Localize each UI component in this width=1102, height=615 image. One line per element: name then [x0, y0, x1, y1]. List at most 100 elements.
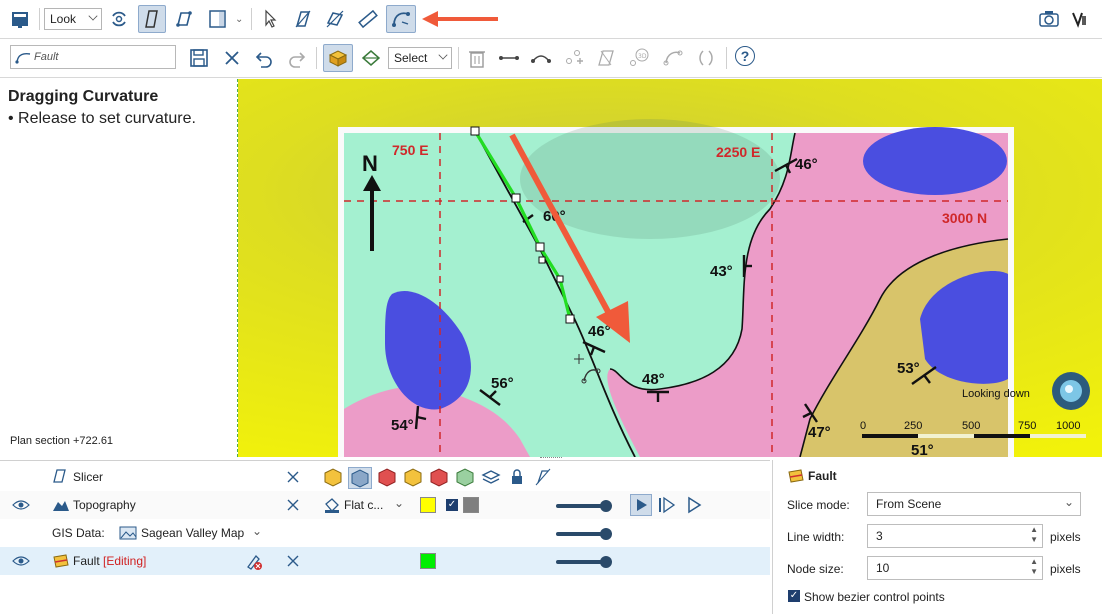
paint-bucket-icon[interactable] — [323, 497, 341, 513]
cube-blue-icon[interactable] — [348, 467, 372, 489]
fault-layer-icon — [53, 554, 69, 568]
eye-icon[interactable] — [12, 499, 30, 511]
compass-label: Looking down — [962, 388, 1030, 400]
play-button[interactable] — [630, 494, 652, 516]
object-name-field[interactable]: Fault — [10, 45, 176, 69]
opacity-slider-knob[interactable] — [600, 528, 612, 540]
cube-red-icon[interactable] — [376, 467, 398, 487]
help-icon: ? — [740, 48, 750, 64]
cube-yellow-icon[interactable] — [402, 467, 424, 487]
layer-name: Fault — [73, 554, 100, 568]
properties-panel: Fault Slice mode: From Scene ⌄ Line widt… — [772, 460, 1102, 614]
split-curve-icon[interactable] — [693, 45, 719, 71]
remove-icon[interactable] — [287, 555, 299, 567]
undo-icon[interactable] — [251, 45, 277, 71]
chevron-down-icon[interactable]: ⌄ — [252, 524, 262, 538]
spinner-icon[interactable]: ▲ ▼ — [1030, 557, 1038, 577]
dip-label: 54° — [391, 417, 414, 434]
dip-label: 56° — [491, 375, 514, 392]
bezier-label: Show bezier control points — [804, 590, 945, 604]
plan-section-label: Plan section +722.61 — [10, 435, 114, 447]
info-title: Dragging Curvature — [8, 88, 159, 105]
color-swatch-yellow[interactable] — [420, 497, 436, 513]
slice-mode-select[interactable]: From Scene ⌄ — [867, 492, 1081, 516]
cancel-icon[interactable] — [219, 45, 245, 71]
grid-label-2250e: 2250 E — [716, 144, 760, 160]
color-style-dropdown[interactable]: Flat c... — [344, 498, 383, 512]
color-swatch-green[interactable] — [420, 553, 436, 569]
node-size-input[interactable]: 10 ▲ ▼ — [867, 556, 1043, 580]
node-size-units: pixels — [1050, 562, 1081, 576]
fault-layer-icon — [788, 469, 804, 483]
chevron-down-icon[interactable]: ⌄ — [394, 496, 404, 510]
snap-to-surface-icon[interactable] — [323, 44, 353, 72]
cut-plane-icon[interactable] — [532, 467, 554, 487]
step-icon[interactable] — [656, 495, 678, 515]
opacity-slider[interactable] — [556, 532, 606, 536]
layer-row-slicer[interactable]: Slicer — [0, 463, 770, 491]
select-mode-dropdown[interactable]: Select — [388, 47, 452, 69]
redo-icon[interactable] — [284, 45, 310, 71]
checkbox-checked[interactable]: ✓ — [446, 499, 458, 511]
layers-icon[interactable] — [480, 467, 502, 487]
section-tool-icon[interactable] — [322, 6, 348, 32]
remove-icon[interactable] — [287, 471, 299, 483]
eye-icon[interactable] — [12, 555, 30, 567]
dip-label: 48° — [642, 371, 665, 388]
opacity-slider[interactable] — [556, 560, 606, 564]
polyline-tool-icon[interactable] — [171, 6, 197, 32]
curve-edit-icon[interactable] — [386, 5, 416, 33]
snap-to-plane-icon[interactable] — [358, 45, 384, 71]
add-node-icon[interactable] — [561, 45, 587, 71]
scale-label: 1000 — [1056, 420, 1080, 432]
remove-icon[interactable] — [287, 499, 299, 511]
svg-text:3D: 3D — [638, 53, 647, 60]
rotate-view-icon[interactable] — [106, 6, 132, 32]
delete-icon[interactable] — [464, 45, 490, 71]
object-name-text: Fault — [34, 51, 59, 63]
opacity-slider[interactable] — [556, 504, 606, 508]
line-width-input[interactable]: 3 ▲ ▼ — [867, 524, 1043, 548]
blue-unit-top — [863, 127, 1007, 195]
cube-green-icon[interactable] — [454, 467, 476, 487]
save-icon[interactable] — [186, 45, 212, 71]
line-width-units: pixels — [1050, 530, 1081, 544]
cube-red-icon[interactable] — [428, 467, 450, 487]
spinner-icon[interactable]: ▲ ▼ — [1030, 525, 1038, 545]
plan-view-icon[interactable] — [8, 6, 34, 32]
scale-label: 750 — [1018, 420, 1036, 432]
cube-yellow-icon[interactable] — [322, 467, 344, 487]
pointer-icon[interactable] — [257, 6, 283, 32]
dip-label: 51° — [911, 442, 934, 457]
north-label: N — [362, 151, 378, 176]
layer-name: Topography — [73, 498, 136, 512]
lock-icon[interactable] — [506, 467, 528, 487]
stop-editing-icon[interactable] — [245, 553, 263, 571]
ruler-icon[interactable] — [355, 6, 381, 32]
dip-label: 53° — [897, 360, 920, 377]
plane-split-icon[interactable] — [593, 45, 619, 71]
chevron-down-icon[interactable]: ⌄ — [235, 14, 243, 25]
tweak-curve-icon[interactable] — [660, 45, 686, 71]
slicer-mode-buttons — [322, 467, 554, 489]
layer-row-gis[interactable]: GIS Data: Sagean Valley Map ⌄ — [0, 519, 770, 547]
opacity-slider-knob[interactable] — [600, 500, 612, 512]
straight-segment-icon[interactable] — [496, 45, 522, 71]
color-swatch-gray[interactable] — [463, 497, 479, 513]
slice-tool-icon[interactable] — [138, 5, 166, 33]
3d-node-icon[interactable]: 3D — [626, 45, 652, 71]
draw-plane-icon[interactable] — [290, 6, 316, 32]
layer-row-topography[interactable]: Topography Flat c... ⌄ ✓ — [0, 491, 770, 519]
layer-row-fault[interactable]: Fault [Editing] — [0, 547, 770, 575]
opacity-slider-knob[interactable] — [600, 556, 612, 568]
look-dropdown[interactable]: Look — [44, 8, 102, 30]
curved-segment-icon[interactable] — [528, 45, 554, 71]
panel-layout-icon[interactable] — [205, 6, 231, 32]
vr-icon[interactable] — [1068, 6, 1094, 32]
camera-icon[interactable] — [1036, 6, 1062, 32]
play-outline-icon[interactable] — [684, 495, 704, 515]
edit-toolbar: Fault Select 3D ? — [0, 39, 1102, 78]
bezier-checkbox[interactable]: ✓ — [788, 590, 800, 602]
play-icon — [637, 499, 647, 511]
help-button[interactable]: ? — [735, 46, 755, 66]
